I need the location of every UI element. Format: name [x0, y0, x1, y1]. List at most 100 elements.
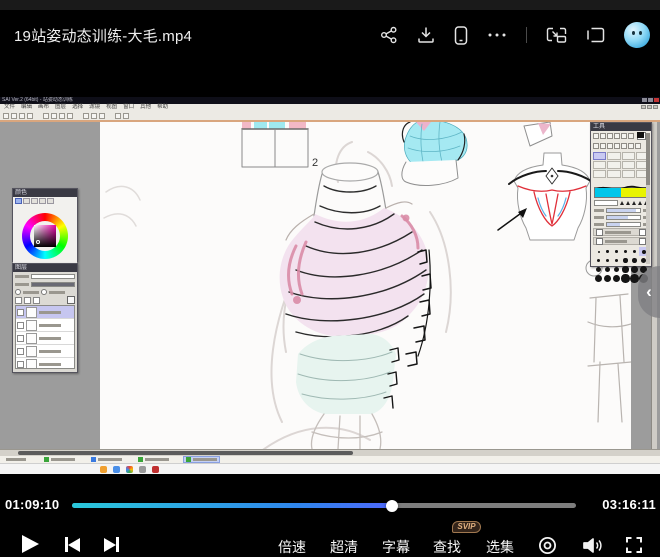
tool-panel-scrollbar[interactable] [646, 133, 650, 264]
document-tab[interactable] [183, 456, 220, 463]
play-button[interactable] [22, 535, 39, 553]
layer-visibility-toggle[interactable] [17, 361, 24, 368]
brush-size-option[interactable] [603, 247, 612, 256]
brush-size-option[interactable] [612, 274, 621, 283]
brush-size-option[interactable] [630, 247, 639, 256]
sai-menu-item[interactable]: 视图 [106, 104, 117, 111]
phone-icon[interactable] [454, 26, 468, 45]
sai-menu-item[interactable]: 帮助 [157, 104, 168, 111]
sai-menu-item[interactable]: 画布 [38, 104, 49, 111]
next-button[interactable] [104, 537, 119, 552]
taskbar-app-icon[interactable] [113, 466, 120, 473]
brush-blur-slider[interactable] [606, 222, 641, 227]
color-panel-tabs[interactable] [13, 197, 77, 208]
layer-row[interactable] [16, 345, 74, 358]
record-circle-button[interactable] [538, 536, 557, 557]
brush-size-option[interactable] [594, 256, 603, 265]
brush-size-option[interactable] [630, 274, 639, 283]
section-checkbox-1[interactable] [596, 229, 603, 236]
brush-size-option[interactable] [612, 247, 621, 256]
taskbar-app-icon[interactable] [152, 466, 159, 473]
toolbar-button[interactable] [115, 113, 121, 119]
brush-size-option[interactable] [603, 256, 612, 265]
toolbar-button[interactable] [91, 113, 97, 119]
layer-row[interactable] [16, 306, 74, 319]
color-wheel-area[interactable] [13, 208, 77, 263]
toolbar-button[interactable] [11, 113, 17, 119]
toolbar-button[interactable] [67, 113, 73, 119]
download-icon[interactable] [417, 26, 435, 44]
more-icon[interactable] [487, 26, 507, 44]
brush-size-option[interactable] [612, 256, 621, 265]
brush-size-option[interactable] [621, 247, 630, 256]
subtitle-button[interactable]: 字幕 [382, 537, 410, 557]
document-tab[interactable] [42, 457, 77, 462]
toolbar-button[interactable] [59, 113, 65, 119]
brush-opacity-slider[interactable] [606, 215, 641, 220]
taskbar-app-icon[interactable] [139, 466, 146, 473]
search-button[interactable]: 查找 [433, 537, 461, 557]
toolbar-button[interactable] [99, 113, 105, 119]
color-swatch-bar[interactable] [594, 187, 648, 198]
toolbar-button[interactable] [51, 113, 57, 119]
progress-bar[interactable] [72, 503, 576, 508]
sai-menu-item[interactable]: 选择 [72, 104, 83, 111]
sai-horizontal-scrollbar[interactable] [0, 449, 660, 456]
tool-icons-row-1[interactable] [591, 131, 651, 141]
brush-size-option[interactable] [630, 256, 639, 265]
option-radio-2[interactable] [41, 289, 47, 295]
sai-menu-item[interactable]: 窗口 [123, 104, 134, 111]
brush-size-option[interactable] [603, 274, 612, 283]
layer-row[interactable] [16, 319, 74, 332]
saturation-square[interactable] [34, 225, 56, 247]
layer-row[interactable] [16, 332, 74, 345]
toolbar-button[interactable] [123, 113, 129, 119]
sai-menu-item[interactable]: 文件 [4, 104, 15, 111]
brush-size-option[interactable] [630, 265, 639, 274]
toolbar-button[interactable] [43, 113, 49, 119]
toolbar-button[interactable] [19, 113, 25, 119]
document-tab[interactable] [136, 457, 171, 462]
fg-bg-color-swatch[interactable] [637, 132, 646, 140]
fullscreen-button[interactable] [625, 536, 643, 557]
quality-button[interactable]: 超清 [330, 537, 358, 557]
brush-size-slider[interactable] [606, 208, 641, 213]
sai-menu-item[interactable]: 其他 [140, 104, 151, 111]
layer-visibility-toggle[interactable] [17, 335, 24, 342]
toolbar-button[interactable] [83, 113, 89, 119]
option-radio-1[interactable] [15, 289, 21, 295]
section-checkbox-2[interactable] [596, 238, 603, 245]
brush-size-option[interactable] [621, 274, 630, 283]
document-tab[interactable] [89, 457, 124, 462]
layers-toolbar[interactable] [13, 296, 77, 304]
toolbar-button[interactable] [3, 113, 9, 119]
blend-mode-dropdown[interactable] [31, 274, 75, 279]
taskbar-app-icon[interactable] [126, 466, 133, 473]
sai-menu-item[interactable]: 滤镜 [89, 104, 100, 111]
tool-icons-row-2[interactable] [591, 141, 651, 151]
toolbar-button[interactable] [27, 113, 33, 119]
share-icon[interactable] [380, 26, 398, 44]
avatar[interactable] [624, 22, 650, 48]
brush-size-option[interactable] [621, 256, 630, 265]
taskbar-app-icon[interactable] [100, 466, 107, 473]
layer-visibility-toggle[interactable] [17, 309, 24, 316]
cast-icon[interactable] [586, 26, 605, 44]
sai-menu-item[interactable]: 图层 [55, 104, 66, 111]
brush-size-option[interactable] [603, 265, 612, 274]
brush-size-option[interactable] [594, 265, 603, 274]
episodes-button[interactable]: 选集 [486, 537, 514, 557]
brush-size-option[interactable] [612, 265, 621, 274]
brush-size-option[interactable] [594, 274, 603, 283]
layer-visibility-toggle[interactable] [17, 348, 24, 355]
brush-size-option[interactable] [594, 247, 603, 256]
video-frame[interactable]: SAI Ver.2 (64bit) - 站姿动态训练 文件编辑画布图层选择滤镜视… [0, 97, 660, 468]
opacity-slider[interactable] [31, 282, 75, 287]
previous-button[interactable] [65, 537, 80, 552]
layer-visibility-toggle[interactable] [17, 322, 24, 329]
speed-button[interactable]: 倍速 [278, 537, 306, 557]
brush-tool-grid[interactable] [591, 151, 651, 179]
sai-menu-item[interactable]: 编辑 [21, 104, 32, 111]
pip-icon[interactable] [546, 26, 567, 44]
brush-size-option[interactable] [621, 265, 630, 274]
